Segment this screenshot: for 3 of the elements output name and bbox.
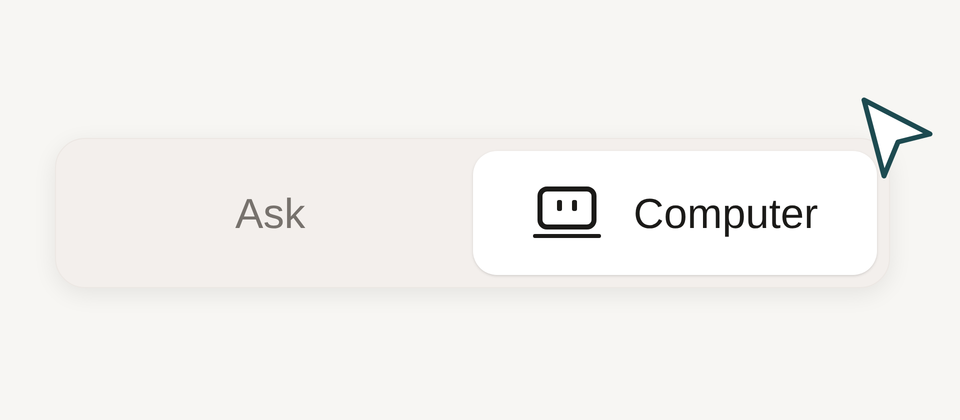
- mode-tab[interactable]: Computer: [472, 151, 877, 275]
- laptop-icon: [532, 186, 602, 240]
- mode-tab[interactable]: Ask: [68, 151, 472, 275]
